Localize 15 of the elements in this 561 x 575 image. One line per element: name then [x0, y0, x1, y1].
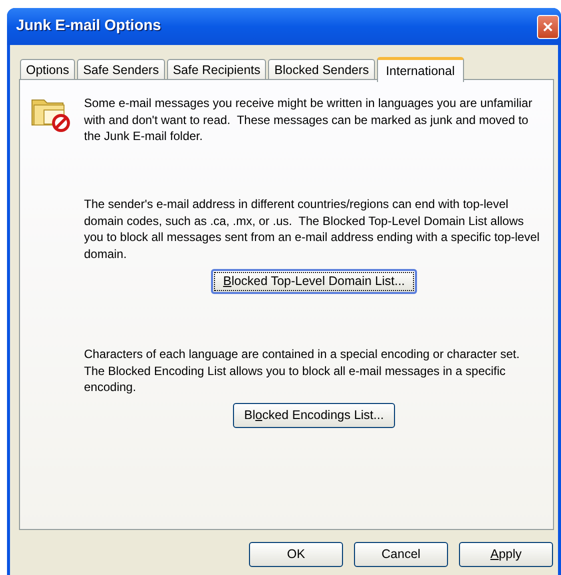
list-button[interactable]: Blocked Top-Level Domain List...	[211, 269, 417, 294]
tab[interactable]: Safe Senders	[77, 59, 165, 81]
tab[interactable]: International	[376, 57, 464, 82]
description-text: Characters of each language are contained in a special encoding or character set. The Blocked Encoding List allows you to block all e-mail messages in a specific encoding.	[84, 346, 521, 396]
list-button[interactable]: Blocked Encodings List...	[233, 402, 395, 428]
tab[interactable]: Safe Recipients	[166, 59, 266, 81]
tab[interactable]: Blocked Senders	[268, 59, 375, 81]
dialog-button[interactable]: OK	[249, 542, 343, 567]
dialog-button[interactable]: Apply	[459, 542, 553, 567]
close-button[interactable]: ✕	[537, 15, 559, 39]
dialog-button[interactable]: Cancel	[354, 542, 448, 567]
description-text: The sender's e-mail address in different countries/regions can end with top-level domain codes, such as .ca, .mx, or .us. The Blocked Top-Level Domain List allows you to block all messages sent from an e-mail address ending with a specific top-level domain.	[84, 196, 541, 262]
intro-text: Some e-mail messages you receive might be written in languages you are unfamiliar with and don't want to read. These messages can be marked as junk and moved to the Junk E-mail folder.	[84, 95, 534, 144]
tab[interactable]: Options	[20, 59, 76, 81]
window-title: Junk E-mail Options	[16, 16, 162, 36]
